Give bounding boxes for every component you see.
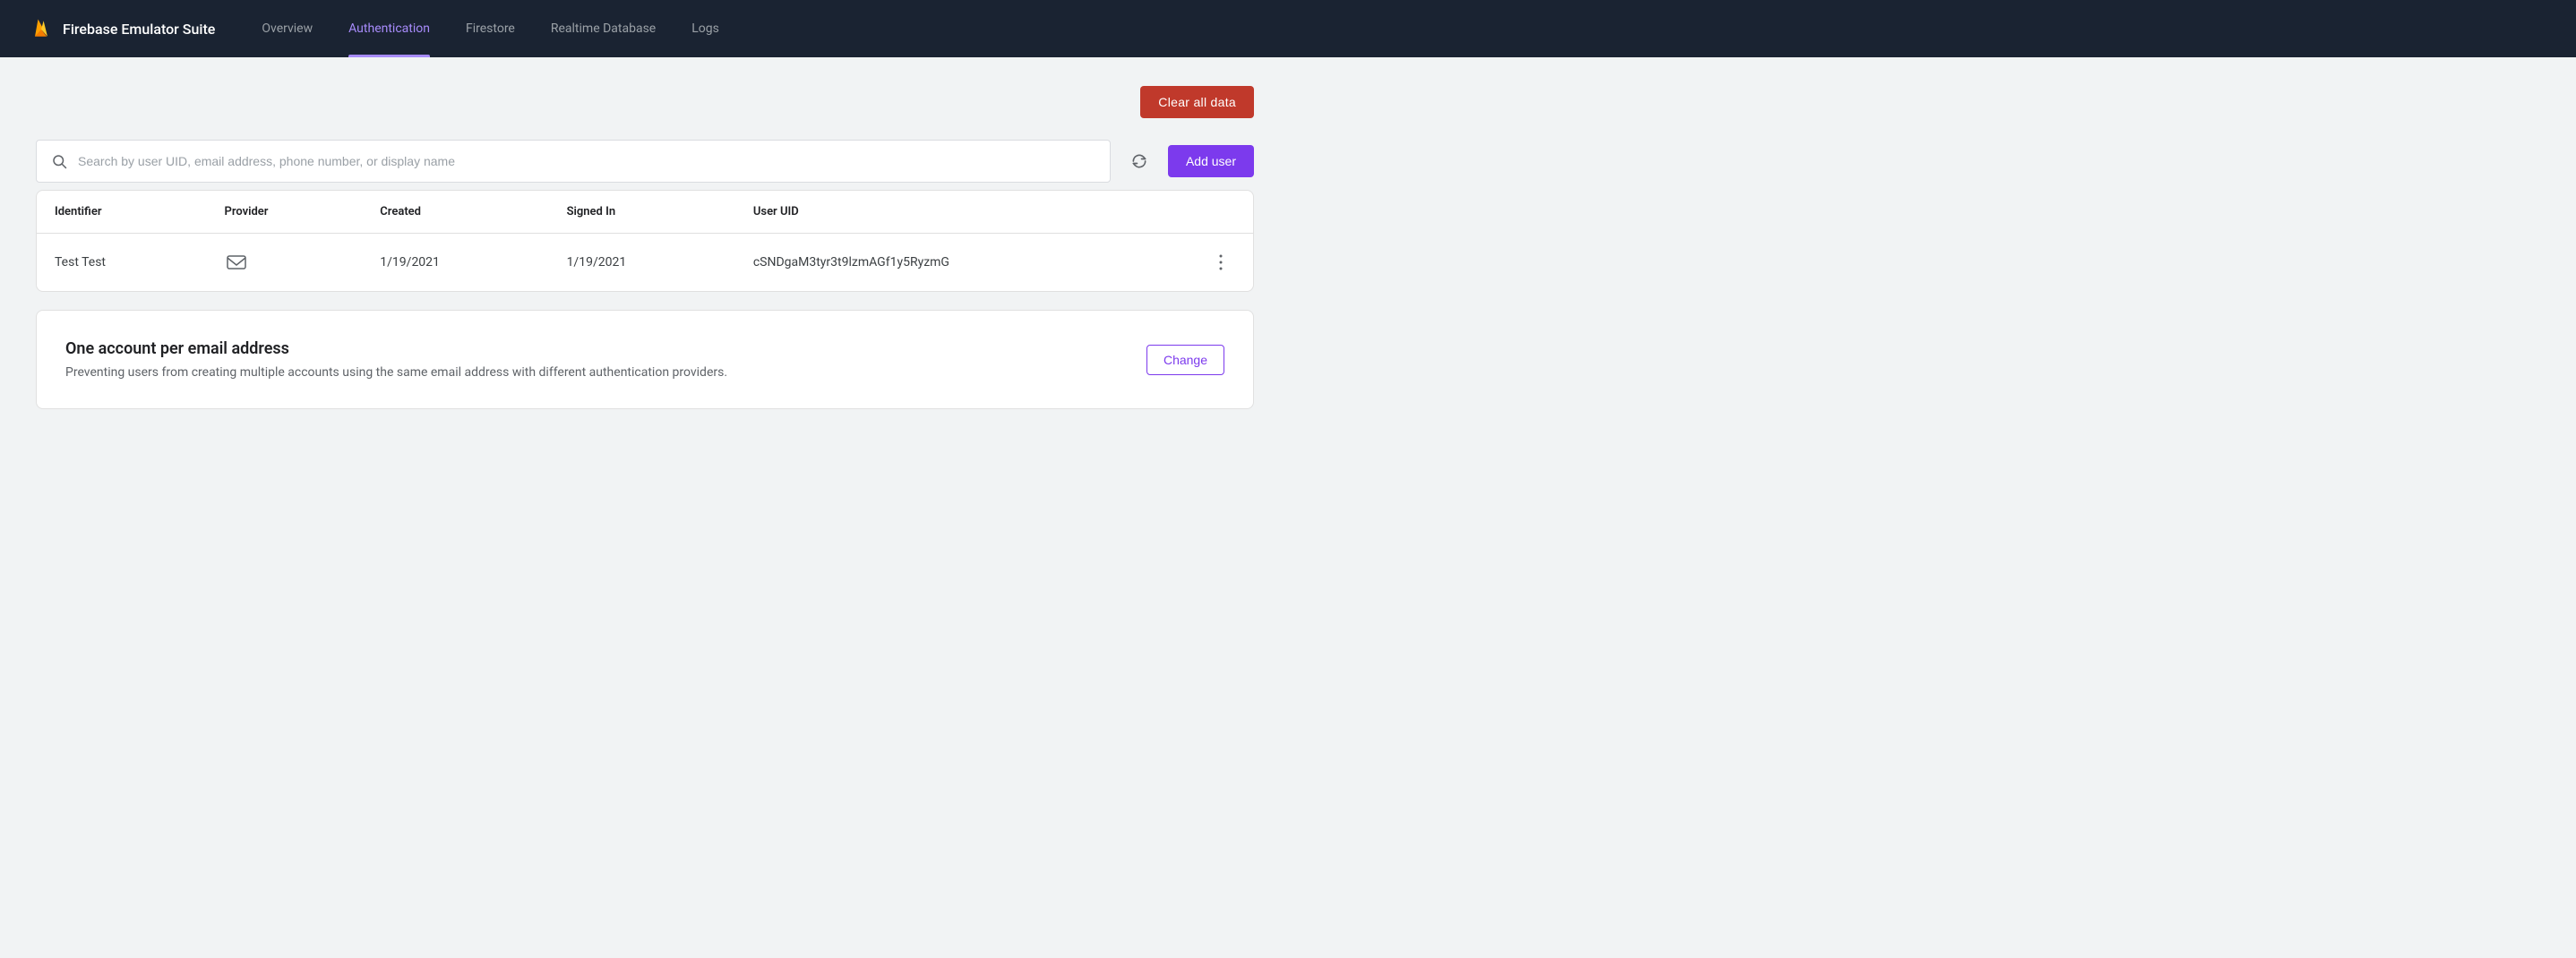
col-header-user-uid: User UID [735, 191, 1189, 234]
add-user-button[interactable]: Add user [1168, 145, 1254, 177]
policy-description: Preventing users from creating multiple … [65, 365, 782, 380]
cell-signed-in: 1/19/2021 [549, 234, 735, 292]
col-header-created: Created [362, 191, 548, 234]
cell-created: 1/19/2021 [362, 234, 548, 292]
clear-all-button[interactable]: Clear all data [1140, 86, 1254, 118]
nav-item-logs[interactable]: Logs [674, 0, 737, 57]
nav-item-authentication[interactable]: Authentication [331, 0, 448, 57]
cell-user-uid: cSNDgaM3tyr3t9lzmAGf1y5RyzmG [735, 234, 1189, 292]
col-header-actions [1189, 191, 1253, 234]
app-title: Firebase Emulator Suite [63, 21, 215, 38]
main-nav: Overview Authentication Firestore Realti… [244, 0, 736, 57]
app-header: Firebase Emulator Suite Overview Authent… [0, 0, 2576, 57]
col-header-provider: Provider [206, 191, 362, 234]
top-actions-bar: Clear all data [36, 86, 1254, 118]
email-provider-icon [224, 252, 249, 272]
policy-info: One account per email address Preventing… [65, 339, 1118, 380]
policy-card: One account per email address Preventing… [36, 310, 1254, 409]
more-options-button[interactable] [1206, 248, 1235, 277]
search-row: Add user [36, 140, 1254, 183]
users-table-container: Identifier Provider Created Signed In Us… [36, 190, 1254, 292]
refresh-button[interactable] [1121, 143, 1157, 179]
refresh-icon [1130, 152, 1148, 170]
users-table: Identifier Provider Created Signed In Us… [37, 191, 1253, 291]
nav-item-realtime-database[interactable]: Realtime Database [533, 0, 674, 57]
search-input[interactable] [78, 154, 1095, 168]
table-row: Test Test 1/19/2021 1/19/2021 cSNDgaM3ty… [37, 234, 1253, 292]
cell-provider [206, 234, 362, 292]
policy-title: One account per email address [65, 339, 1118, 358]
col-header-identifier: Identifier [37, 191, 206, 234]
nav-item-firestore[interactable]: Firestore [448, 0, 533, 57]
firebase-icon [29, 16, 54, 41]
cell-row-actions [1189, 234, 1253, 292]
cell-identifier: Test Test [37, 234, 206, 292]
app-logo: Firebase Emulator Suite [29, 16, 215, 41]
change-policy-button[interactable]: Change [1146, 345, 1224, 375]
col-header-signed-in: Signed In [549, 191, 735, 234]
nav-item-overview[interactable]: Overview [244, 0, 331, 57]
search-container [36, 140, 1111, 183]
search-icon [51, 153, 67, 169]
table-header-row: Identifier Provider Created Signed In Us… [37, 191, 1253, 234]
main-content: Clear all data Add user Identifier Provi… [0, 57, 1290, 438]
